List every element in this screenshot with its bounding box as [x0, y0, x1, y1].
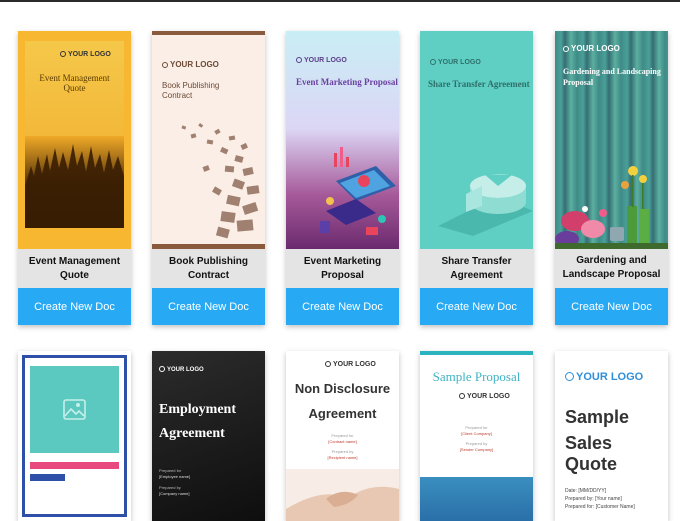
- cover-title-line-1: Gardening and Landscaping: [563, 67, 661, 76]
- prepared-for-line: Prepared for: [Customer Name]: [565, 504, 635, 510]
- logo: YOUR LOGO: [159, 366, 204, 373]
- cover-title-line-2: Agreement: [159, 426, 225, 441]
- cover-title-line-1: Employment: [159, 402, 236, 417]
- prepared-by-label: Prepared by: [331, 449, 354, 454]
- prepared-for-value: [Contract name]: [328, 439, 357, 444]
- date-line: Date: [MM/DD/YY]: [565, 488, 607, 494]
- prepared-for-label: Prepared for: [159, 468, 182, 473]
- crowd-illustration: [25, 144, 124, 228]
- logo: YOUR LOGO: [459, 393, 510, 400]
- logo: YOUR LOGO: [430, 59, 481, 66]
- logo-icon: [325, 361, 331, 367]
- prepared-by-line: Prepared by: [Your name]: [565, 496, 622, 502]
- template-card-book-publishing-contract[interactable]: YOUR LOGO Book Publishing Contract Book …: [152, 31, 265, 325]
- logo: YOUR LOGO: [296, 57, 347, 64]
- template-thumbnail[interactable]: YOUR LOGO Event Marketing Proposal: [286, 31, 399, 249]
- logo: YOUR LOGO: [565, 371, 643, 383]
- logo-icon: [162, 62, 168, 68]
- template-title: Gardening and Landscape Proposal: [555, 249, 668, 288]
- template-thumbnail[interactable]: YOUR LOGO Share Transfer Agreement: [420, 31, 533, 249]
- create-new-doc-button[interactable]: Create New Doc: [286, 288, 399, 325]
- template-thumbnail[interactable]: [18, 351, 131, 521]
- logo-icon: [430, 59, 436, 65]
- template-card-gardening-landscape-proposal[interactable]: YOUR LOGO Gardening and Landscaping Prop…: [555, 31, 668, 325]
- logo-icon: [159, 366, 165, 372]
- flying-pages-illustration: [181, 123, 260, 239]
- cover-title-line-2: Contract: [162, 91, 193, 100]
- logo-icon: [459, 393, 465, 399]
- cover-title-line-1: Non Disclosure: [294, 381, 391, 396]
- cover-title: Share Transfer Agreement: [428, 79, 530, 89]
- create-new-doc-button[interactable]: Create New Doc: [18, 288, 131, 325]
- cover-title-line-2: Proposal: [563, 78, 594, 87]
- cover-title-line-2: Agreement: [308, 406, 377, 421]
- blue-bar: [30, 474, 65, 481]
- cover-title-line-2: Sales Quote: [565, 433, 617, 474]
- template-card-share-transfer-agreement[interactable]: YOUR LOGO Share Transfer Agreement Share…: [420, 31, 533, 325]
- template-thumbnail[interactable]: Sample Proposal YOUR LOGO Prepared for […: [420, 351, 533, 521]
- prepared-by-label: Prepared by: [465, 441, 488, 446]
- template-card-non-disclosure-agreement[interactable]: YOUR LOGO Non Disclosure Agreement Prepa…: [286, 351, 399, 521]
- marketing-illustration: [320, 147, 396, 235]
- template-card-event-management-quote[interactable]: YOUR LOGO Event Management Quote Event M…: [18, 31, 131, 325]
- template-thumbnail[interactable]: YOUR LOGO Sample Sales Quote Date: [MM/D…: [555, 351, 668, 521]
- logo-icon: [563, 46, 569, 52]
- image-icon: [63, 399, 86, 420]
- logo: YOUR LOGO: [60, 51, 111, 58]
- logo: YOUR LOGO: [325, 361, 376, 368]
- template-thumbnail[interactable]: YOUR LOGO Non Disclosure Agreement Prepa…: [286, 351, 399, 521]
- cover-title: Event Management Quote: [39, 73, 110, 93]
- footer-band: [420, 477, 533, 521]
- template-thumbnail[interactable]: YOUR LOGO Book Publishing Contract: [152, 31, 265, 249]
- prepared-by-value: [Sender Company]: [459, 447, 494, 452]
- prepared-for-value: [Client Company]: [461, 431, 492, 436]
- template-card-employment-agreement[interactable]: YOUR LOGO Employment Agreement Prepared …: [152, 351, 265, 521]
- template-thumbnail[interactable]: YOUR LOGO Employment Agreement Prepared …: [152, 351, 265, 521]
- template-title: Book Publishing Contract: [152, 249, 265, 288]
- template-card-placeholder[interactable]: [18, 351, 131, 521]
- prepared-for-label: Prepared for: [465, 425, 488, 430]
- prepared-for-label: Prepared for: [331, 433, 354, 438]
- template-thumbnail[interactable]: YOUR LOGO Gardening and Landscaping Prop…: [555, 31, 668, 249]
- logo: YOUR LOGO: [563, 44, 620, 53]
- prepared-by-label: Prepared by: [159, 485, 181, 490]
- image-placeholder: [30, 366, 119, 453]
- template-card-event-marketing-proposal[interactable]: YOUR LOGO Event Marketing Proposal Event…: [286, 31, 399, 325]
- logo: YOUR LOGO: [162, 60, 219, 69]
- pink-bar: [30, 462, 119, 469]
- cover-title: Event Marketing Proposal: [296, 77, 398, 87]
- prepared-by-value: [Company name]: [159, 491, 190, 496]
- pie-chart-illustration: [438, 174, 533, 236]
- template-title: Share Transfer Agreement: [420, 249, 533, 288]
- cover-title: Sample Proposal: [432, 369, 521, 384]
- template-card-sample-sales-quote[interactable]: YOUR LOGO Sample Sales Quote Date: [MM/D…: [555, 351, 668, 521]
- template-thumbnail[interactable]: YOUR LOGO Event Management Quote: [18, 31, 131, 249]
- cover-title-line-1: Book Publishing: [162, 81, 220, 90]
- logo-icon: [565, 372, 574, 381]
- create-new-doc-button[interactable]: Create New Doc: [555, 288, 668, 325]
- prepared-by-value: [Recipient name]: [327, 455, 358, 460]
- create-new-doc-button[interactable]: Create New Doc: [152, 288, 265, 325]
- logo-icon: [60, 51, 66, 57]
- garden-illustration: [555, 166, 668, 249]
- template-title: Event Marketing Proposal: [286, 249, 399, 288]
- prepared-for-value: [Employee name]: [159, 474, 191, 479]
- handshake-illustration: [286, 469, 399, 521]
- logo-icon: [296, 57, 302, 63]
- create-new-doc-button[interactable]: Create New Doc: [420, 288, 533, 325]
- top-border: [0, 0, 680, 2]
- template-title: Event Management Quote: [18, 249, 131, 288]
- cover-title-line-1: Sample: [565, 407, 630, 427]
- template-card-sample-proposal[interactable]: Sample Proposal YOUR LOGO Prepared for […: [420, 351, 533, 521]
